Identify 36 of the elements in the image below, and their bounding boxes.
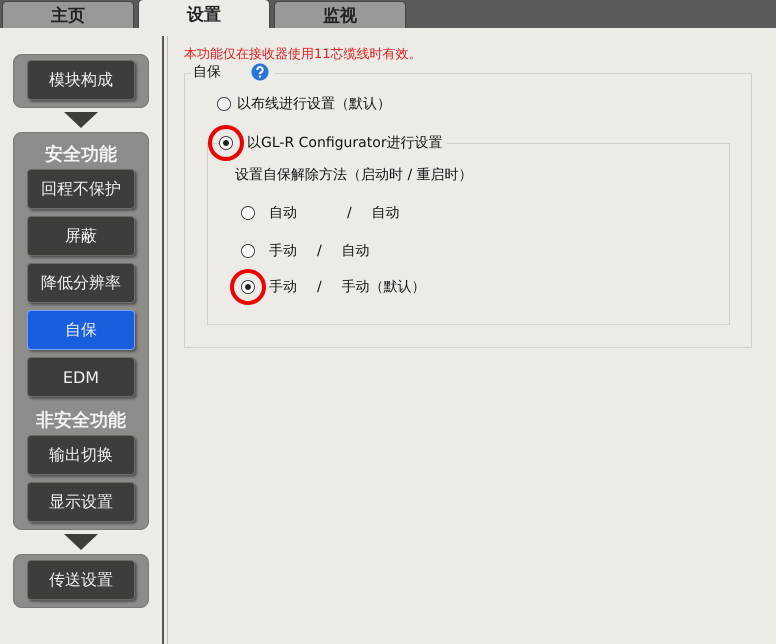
nav-button[interactable]: 降低分辨率 <box>27 263 135 303</box>
radio-label: 以GL-R Configurator进行设置 <box>247 134 443 152</box>
tab[interactable]: 监视 <box>274 1 406 28</box>
help-icon[interactable] <box>251 63 269 81</box>
radio-button[interactable] <box>241 280 255 294</box>
section-title: 非安全功能 <box>36 409 126 432</box>
tab[interactable]: 主页 <box>2 1 134 28</box>
radio-label: 手动 <box>269 242 297 260</box>
radio-button[interactable] <box>219 136 233 150</box>
separator-text: / <box>317 279 322 295</box>
radio-label: 自动 <box>342 242 370 260</box>
separator-text: / <box>347 205 352 221</box>
radio-label: 以布线进行设置（默认） <box>237 95 391 113</box>
radio-button[interactable] <box>241 244 255 258</box>
section-title: 安全功能 <box>45 143 117 166</box>
radio-button[interactable] <box>241 206 255 220</box>
nav-button[interactable]: 回程不保护 <box>27 169 135 209</box>
radio-button[interactable] <box>217 97 231 111</box>
nav-button[interactable]: 模块构成 <box>27 60 135 100</box>
radio-label: 手动（默认） <box>342 278 426 296</box>
separator-text: / <box>317 243 322 259</box>
radio-label: 自动 <box>372 204 400 222</box>
radio-label: 手动 <box>269 278 297 296</box>
tab[interactable]: 设置 <box>138 0 270 28</box>
nav-button[interactable]: 传送设置 <box>27 560 135 600</box>
nav-button[interactable]: 输出切换 <box>27 435 135 475</box>
nav-button[interactable]: 屏蔽 <box>27 216 135 256</box>
radio-label: 自动 <box>269 204 297 222</box>
down-arrow-icon <box>64 534 98 550</box>
nav-button[interactable]: 自保 <box>27 310 135 350</box>
nav-button[interactable]: EDM <box>27 357 135 397</box>
sub-heading: 设置自保解除方法（启动时 / 重启时） <box>235 166 474 184</box>
down-arrow-icon <box>64 112 98 128</box>
nav-button[interactable]: 显示设置 <box>27 482 135 522</box>
group-title: 自保 <box>193 63 221 81</box>
notice-text: 本功能仅在接收器使用11芯缆线时有效。 <box>184 46 423 63</box>
